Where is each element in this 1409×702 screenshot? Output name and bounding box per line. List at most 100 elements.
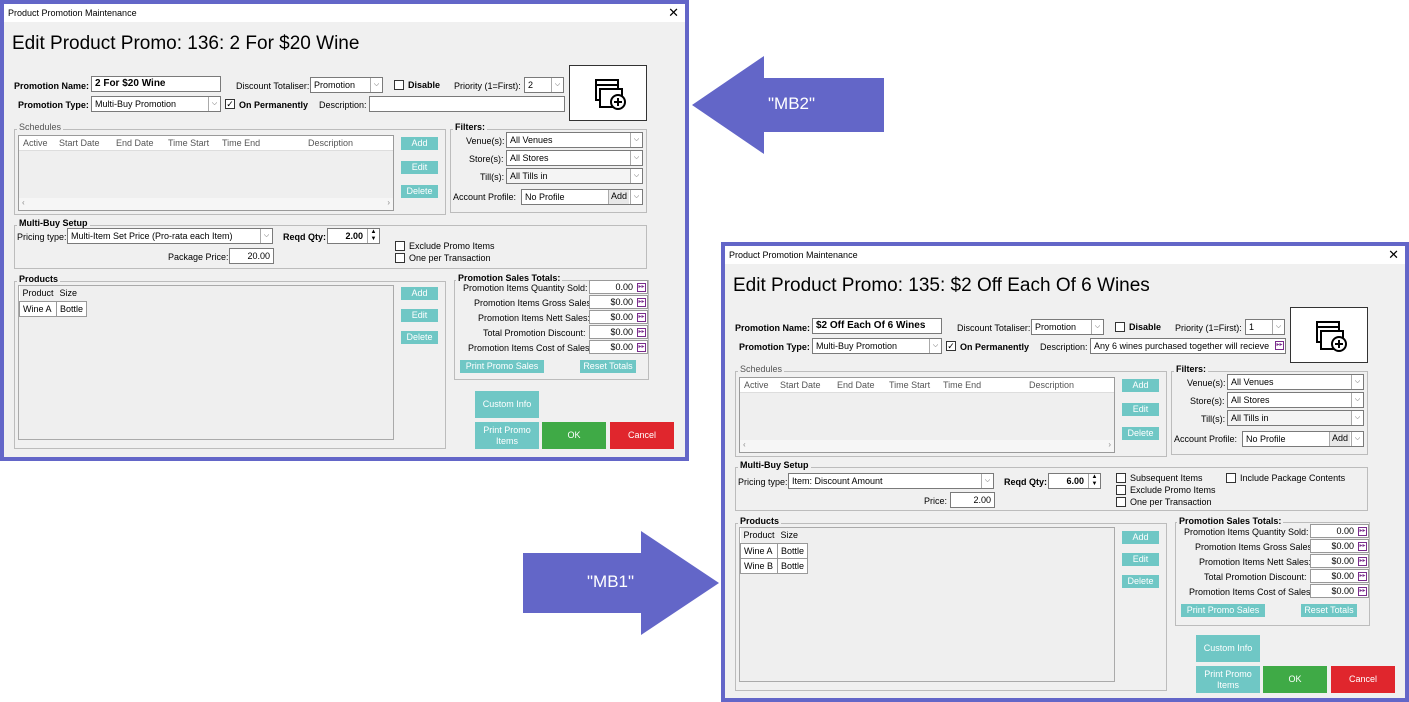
total-label: Total Promotion Discount:	[483, 328, 586, 338]
cancel-button[interactable]: Cancel	[610, 422, 674, 449]
account-profile-select[interactable]: No Profile Add ⌵	[1242, 431, 1364, 447]
print-promo-items-button[interactable]: Print Promo Items	[475, 422, 539, 449]
total-value: $0.00 ▸▸	[589, 325, 648, 339]
print-promo-sales-button[interactable]: Print Promo Sales	[1181, 604, 1265, 617]
subsequent-items-checkbox[interactable]	[1116, 473, 1126, 483]
one-per-transaction-checkbox[interactable]	[395, 253, 405, 263]
exclude-promo-items-checkbox[interactable]	[1116, 485, 1126, 495]
product-delete-button[interactable]: Delete	[401, 331, 438, 344]
product-edit-button[interactable]: Edit	[1122, 553, 1159, 566]
promotion-type-select[interactable]: Multi-Buy Promotion ⌵	[812, 338, 942, 354]
column-header: Product	[740, 528, 778, 543]
stores-select[interactable]: All Stores ⌵	[1227, 392, 1364, 408]
forward-icon[interactable]: ▸▸	[637, 298, 646, 307]
disable-label: Disable	[408, 80, 441, 90]
horizontal-scrollbar[interactable]: ‹ ›	[740, 440, 1114, 452]
add-image-button[interactable]	[1290, 307, 1368, 363]
discount-totaliser-select[interactable]: Promotion ⌵	[310, 77, 383, 93]
products-grid[interactable]: Product Size Wine A Bottle Wine B Bottle	[739, 528, 809, 574]
pricing-type-select[interactable]: Item: Discount Amount ⌵	[788, 473, 994, 489]
custom-info-button[interactable]: Custom Info	[475, 391, 539, 418]
account-add-button[interactable]: Add	[1328, 432, 1350, 446]
promotion-name-input[interactable]: $2 Off Each Of 6 Wines	[812, 318, 942, 334]
print-promo-items-button[interactable]: Print Promo Items	[1196, 666, 1260, 693]
forward-icon[interactable]: ▸▸	[637, 328, 646, 337]
column-header: Time Start	[168, 138, 210, 148]
forward-icon[interactable]: ▸▸	[637, 313, 646, 322]
pricing-type-label: Pricing type:	[17, 232, 67, 242]
schedules-table[interactable]: Active Start Date End Date Time Start Ti…	[18, 135, 394, 211]
on-permanently-checkbox[interactable]: ✓	[225, 99, 235, 109]
forward-icon[interactable]: ▸▸	[1358, 527, 1367, 536]
column-header: Active	[23, 138, 48, 148]
reqd-qty-input[interactable]: 2.00 ▲ ▼	[327, 228, 380, 244]
print-promo-sales-button[interactable]: Print Promo Sales	[460, 360, 544, 373]
account-add-button[interactable]: Add	[607, 190, 629, 204]
schedule-edit-button[interactable]: Edit	[401, 161, 438, 174]
forward-icon[interactable]: ▸▸	[1358, 572, 1367, 581]
tills-select[interactable]: All Tills in ⌵	[506, 168, 643, 184]
one-per-transaction-checkbox[interactable]	[1116, 497, 1126, 507]
priority-select[interactable]: 2 ⌵	[524, 77, 564, 93]
stepper-icon[interactable]: ▲ ▼	[367, 229, 379, 243]
venues-select[interactable]: All Venues ⌵	[506, 132, 643, 148]
discount-totaliser-select[interactable]: Promotion ⌵	[1031, 319, 1104, 335]
forward-icon[interactable]: ▸▸	[1358, 542, 1367, 551]
description-input[interactable]: Any 6 wines purchased together will reci…	[1090, 338, 1286, 354]
product-add-button[interactable]: Add	[1122, 531, 1159, 544]
horizontal-scrollbar[interactable]: ‹ ›	[19, 198, 393, 210]
package-price-input[interactable]: 20.00	[229, 248, 274, 264]
table-row[interactable]: Wine B Bottle	[739, 557, 809, 574]
ok-button[interactable]: OK	[1263, 666, 1327, 693]
stores-select[interactable]: All Stores ⌵	[506, 150, 643, 166]
tills-select[interactable]: All Tills in ⌵	[1227, 410, 1364, 426]
priority-select[interactable]: 1 ⌵	[1245, 319, 1285, 335]
forward-icon[interactable]: ▸▸	[1358, 557, 1367, 566]
product-add-button[interactable]: Add	[401, 287, 438, 300]
total-value: $0.00 ▸▸	[1310, 584, 1369, 598]
schedule-add-button[interactable]: Add	[1122, 379, 1159, 392]
stepper-icon[interactable]: ▲ ▼	[1088, 474, 1100, 488]
cancel-button[interactable]: Cancel	[1331, 666, 1395, 693]
account-profile-select[interactable]: No Profile Add ⌵	[521, 189, 643, 205]
table-row[interactable]: Wine A Bottle	[739, 542, 809, 559]
pricing-type-select[interactable]: Multi-Item Set Price (Pro-rata each Item…	[67, 228, 273, 244]
include-package-contents-checkbox[interactable]	[1226, 473, 1236, 483]
exclude-promo-items-checkbox[interactable]	[395, 241, 405, 251]
schedule-add-button[interactable]: Add	[401, 137, 438, 150]
price-input[interactable]: 2.00	[950, 492, 995, 508]
size-cell: Bottle	[56, 300, 88, 317]
venues-select[interactable]: All Venues ⌵	[1227, 374, 1364, 390]
add-image-button[interactable]	[569, 65, 647, 121]
forward-icon[interactable]: ▸▸	[637, 343, 646, 352]
products-grid[interactable]: Product Size Wine A Bottle	[18, 286, 88, 317]
schedule-delete-button[interactable]: Delete	[1122, 427, 1159, 440]
schedule-delete-button[interactable]: Delete	[401, 185, 438, 198]
table-row[interactable]: Wine A Bottle	[18, 300, 88, 317]
schedules-table[interactable]: Active Start Date End Date Time Start Ti…	[739, 377, 1115, 453]
custom-info-button[interactable]: Custom Info	[1196, 635, 1260, 662]
venues-label: Venue(s):	[1187, 378, 1226, 388]
close-icon[interactable]: ✕	[668, 6, 679, 19]
disable-checkbox[interactable]	[1115, 322, 1125, 332]
total-label: Promotion Items Cost of Sales:	[1189, 587, 1314, 597]
forward-icon[interactable]: ▸▸	[1358, 587, 1367, 596]
promotion-type-select[interactable]: Multi-Buy Promotion ⌵	[91, 96, 221, 112]
promotion-name-input[interactable]: 2 For $20 Wine	[91, 76, 221, 92]
description-label: Description:	[319, 100, 367, 110]
reqd-qty-input[interactable]: 6.00 ▲ ▼	[1048, 473, 1101, 489]
chevron-down-icon: ⌵	[1272, 320, 1284, 334]
product-delete-button[interactable]: Delete	[1122, 575, 1159, 588]
ok-button[interactable]: OK	[542, 422, 606, 449]
disable-checkbox[interactable]	[394, 80, 404, 90]
chevron-left-icon: ‹	[743, 440, 746, 449]
product-edit-button[interactable]: Edit	[401, 309, 438, 322]
forward-icon[interactable]: ▸▸	[637, 283, 646, 292]
description-input[interactable]	[369, 96, 565, 112]
reset-totals-button[interactable]: Reset Totals	[1301, 604, 1357, 617]
forward-icon[interactable]: ▸▸	[1275, 341, 1284, 350]
schedule-edit-button[interactable]: Edit	[1122, 403, 1159, 416]
close-icon[interactable]: ✕	[1388, 248, 1399, 261]
on-permanently-checkbox[interactable]: ✓	[946, 341, 956, 351]
reset-totals-button[interactable]: Reset Totals	[580, 360, 636, 373]
